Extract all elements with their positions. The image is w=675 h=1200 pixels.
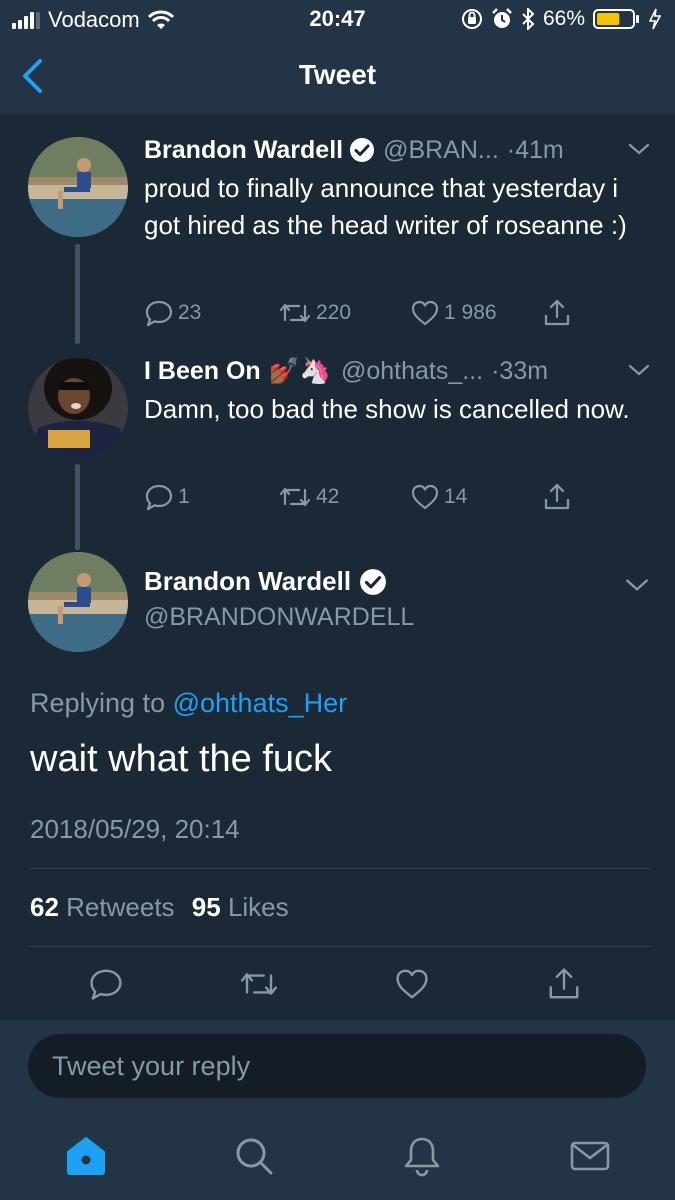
divider bbox=[30, 868, 650, 869]
author-handle[interactable]: @ohthats_... bbox=[341, 357, 483, 386]
chevron-down-icon[interactable] bbox=[627, 139, 651, 159]
likes-stat[interactable]: 95 Likes bbox=[192, 892, 289, 922]
like-button[interactable]: 14 bbox=[410, 482, 467, 512]
chevron-down-icon[interactable] bbox=[627, 360, 651, 380]
reply-button[interactable]: 1 bbox=[144, 482, 190, 512]
retweet-button[interactable] bbox=[238, 966, 280, 1002]
share-icon bbox=[544, 483, 570, 510]
retweet-button[interactable]: 220 bbox=[278, 298, 351, 328]
divider bbox=[30, 946, 650, 947]
heart-icon bbox=[411, 484, 439, 510]
tweet-actions: 23 220 1 986 bbox=[144, 298, 584, 332]
main-tweet-actions bbox=[0, 966, 675, 1010]
verified-badge-icon bbox=[360, 568, 386, 595]
retweet-button[interactable]: 42 bbox=[278, 482, 339, 512]
tweet-text: wait what the fuck bbox=[30, 738, 333, 780]
author-handle[interactable]: @BRAN... bbox=[383, 136, 499, 165]
retweets-stat[interactable]: 62 Retweets bbox=[30, 892, 175, 922]
author-name-row[interactable]: Brandon Wardell bbox=[144, 566, 387, 597]
battery-percentage: 66% bbox=[542, 7, 585, 30]
tweet-timestamp: 2018/05/29, 20:14 bbox=[30, 814, 240, 844]
notifications-icon bbox=[404, 1137, 440, 1177]
home-icon bbox=[67, 1137, 105, 1175]
tweet-time: 41m bbox=[515, 135, 564, 164]
share-icon bbox=[549, 968, 579, 999]
author-name[interactable]: I Been On bbox=[144, 357, 261, 386]
reply-bar bbox=[0, 1020, 675, 1112]
avatar[interactable] bbox=[28, 552, 128, 652]
share-icon bbox=[544, 299, 570, 326]
reply-icon bbox=[90, 969, 122, 1000]
like-count: 14 bbox=[444, 485, 468, 508]
thread-connector bbox=[75, 244, 80, 344]
like-button[interactable]: 1 986 bbox=[410, 298, 497, 328]
thread-connector bbox=[75, 464, 80, 550]
retweet-count: 42 bbox=[316, 485, 340, 508]
mention-link[interactable]: @ohthats_Her bbox=[173, 688, 348, 718]
heart-icon bbox=[411, 300, 439, 326]
verified-badge-icon bbox=[350, 138, 375, 162]
reply-button[interactable]: 23 bbox=[144, 298, 201, 328]
retweet-icon bbox=[279, 303, 311, 323]
reply-input[interactable] bbox=[28, 1034, 646, 1098]
retweet-icon bbox=[279, 487, 311, 507]
tab-bar bbox=[0, 1112, 675, 1200]
reply-button[interactable] bbox=[88, 966, 124, 1002]
author-name[interactable]: Brandon Wardell bbox=[144, 136, 343, 165]
tab-search[interactable] bbox=[232, 1134, 276, 1178]
search-icon bbox=[236, 1138, 273, 1175]
retweet-icon bbox=[241, 973, 277, 995]
messages-icon bbox=[570, 1141, 610, 1171]
author-handle[interactable]: @BRANDONWARDELL bbox=[144, 603, 414, 632]
reply-icon bbox=[145, 484, 173, 511]
separator-dot: · bbox=[491, 356, 500, 385]
thread-tweet[interactable]: I Been On 💅🏾🦄 @ohthats_... · 33m Damn, t… bbox=[0, 354, 675, 550]
engagement-stats: 62 Retweets 95 Likes bbox=[30, 892, 289, 923]
battery-icon bbox=[593, 9, 639, 29]
avatar[interactable] bbox=[28, 137, 128, 237]
reply-icon bbox=[145, 300, 173, 327]
tweet-text: proud to finally announce that yesterday… bbox=[144, 173, 627, 240]
alarm-icon bbox=[492, 8, 512, 28]
author-name[interactable]: Brandon Wardell bbox=[144, 566, 351, 597]
heart-icon bbox=[396, 969, 428, 999]
replying-to: Replying to @ohthats_Her bbox=[30, 688, 347, 719]
chevron-down-icon[interactable] bbox=[624, 574, 650, 596]
charging-icon bbox=[649, 8, 661, 30]
like-button[interactable] bbox=[394, 966, 430, 1002]
bluetooth-icon bbox=[522, 8, 535, 30]
avatar[interactable] bbox=[28, 358, 128, 458]
retweet-count: 220 bbox=[316, 301, 352, 324]
share-button[interactable] bbox=[542, 298, 572, 328]
tab-notifications[interactable] bbox=[400, 1134, 444, 1178]
nav-bar: Tweet bbox=[0, 38, 675, 114]
tweet-text: Damn, too bad the show is cancelled now. bbox=[144, 394, 630, 424]
status-bar: Vodacom 20:47 66% bbox=[0, 0, 675, 38]
page-title: Tweet bbox=[298, 59, 377, 90]
tweet-time: 33m bbox=[499, 356, 549, 385]
replying-prefix: Replying to bbox=[30, 688, 166, 718]
rotation-lock-icon bbox=[461, 9, 482, 29]
tab-messages[interactable] bbox=[568, 1134, 612, 1178]
like-count: 1 986 bbox=[444, 301, 497, 324]
share-button[interactable] bbox=[546, 966, 582, 1002]
emoji-decoration: 💅🏾🦄 bbox=[268, 356, 331, 385]
reply-count: 23 bbox=[178, 301, 202, 324]
share-button[interactable] bbox=[542, 482, 572, 512]
tweet-actions: 1 42 14 bbox=[144, 482, 584, 516]
reply-count: 1 bbox=[178, 485, 190, 508]
separator-dot: · bbox=[506, 135, 516, 164]
thread-tweet[interactable]: Brandon Wardell @BRAN... · 41m proud to … bbox=[0, 114, 675, 354]
tab-home[interactable] bbox=[64, 1134, 108, 1178]
